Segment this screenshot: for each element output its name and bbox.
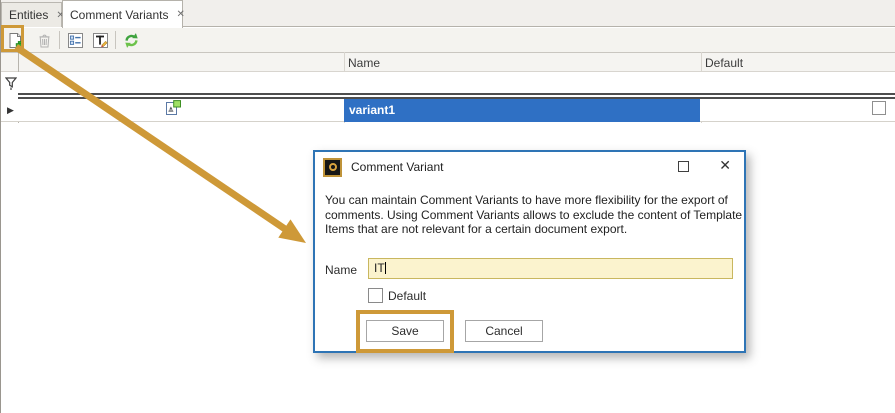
tab-comment-variants-label: Comment Variants [70, 8, 168, 22]
comment-variant-icon [164, 99, 182, 117]
toolbar-separator [115, 31, 116, 49]
cell-default-checkbox[interactable] [872, 101, 886, 115]
trash-icon [36, 32, 53, 49]
dialog-title: Comment Variant [351, 160, 443, 174]
refresh-icon [123, 32, 140, 49]
save-button[interactable]: Save [366, 320, 444, 342]
application-window: Entities ✕ Comment Variants ✕ [0, 0, 895, 413]
filter-row-indicator[interactable] [5, 77, 17, 96]
tab-entities[interactable]: Entities ✕ [1, 2, 62, 27]
name-input[interactable]: IT [368, 258, 733, 279]
row-type-icon-cell [164, 99, 182, 122]
properties-list-icon [67, 32, 84, 49]
tab-bar: Entities ✕ Comment Variants ✕ [1, 0, 895, 27]
rename-text-icon [92, 32, 109, 49]
name-input-value: IT [374, 261, 385, 275]
column-header-name[interactable]: Name [348, 53, 380, 73]
delete-button[interactable] [33, 29, 55, 51]
dialog-description: You can maintain Comment Variants to hav… [325, 193, 744, 237]
column-header-default[interactable]: Default [705, 53, 743, 73]
row-focus-arrow-icon: ▶ [7, 103, 14, 117]
close-icon[interactable]: ✕ [719, 157, 731, 174]
toolbar-separator [59, 31, 60, 49]
annotation-highlight-new-button [1, 25, 24, 52]
grid-filter-row[interactable] [1, 72, 895, 93]
text-caret [385, 262, 386, 274]
name-field-label: Name [325, 263, 357, 277]
rename-button[interactable] [89, 29, 111, 51]
tab-comment-variants[interactable]: Comment Variants ✕ [62, 0, 183, 28]
default-checkbox[interactable] [368, 288, 383, 303]
tab-comment-variants-close-icon[interactable]: ✕ [168, 9, 184, 20]
grid-header-row: Name Default [1, 52, 895, 72]
dialog-title-bar[interactable]: Comment Variant ✕ [315, 152, 744, 182]
toolbar [1, 28, 895, 52]
comment-variant-dialog: Comment Variant ✕ You can maintain Comme… [313, 150, 746, 353]
cell-variant-name-selected[interactable]: variant1 [344, 99, 700, 122]
properties-button[interactable] [64, 29, 86, 51]
maximize-icon[interactable] [678, 161, 689, 172]
cancel-button[interactable]: Cancel [465, 320, 543, 342]
app-logo-icon [323, 158, 342, 177]
tab-entities-label: Entities [9, 8, 48, 22]
default-checkbox-label: Default [388, 289, 426, 303]
filter-funnel-icon [5, 77, 17, 91]
refresh-button[interactable] [120, 29, 142, 51]
